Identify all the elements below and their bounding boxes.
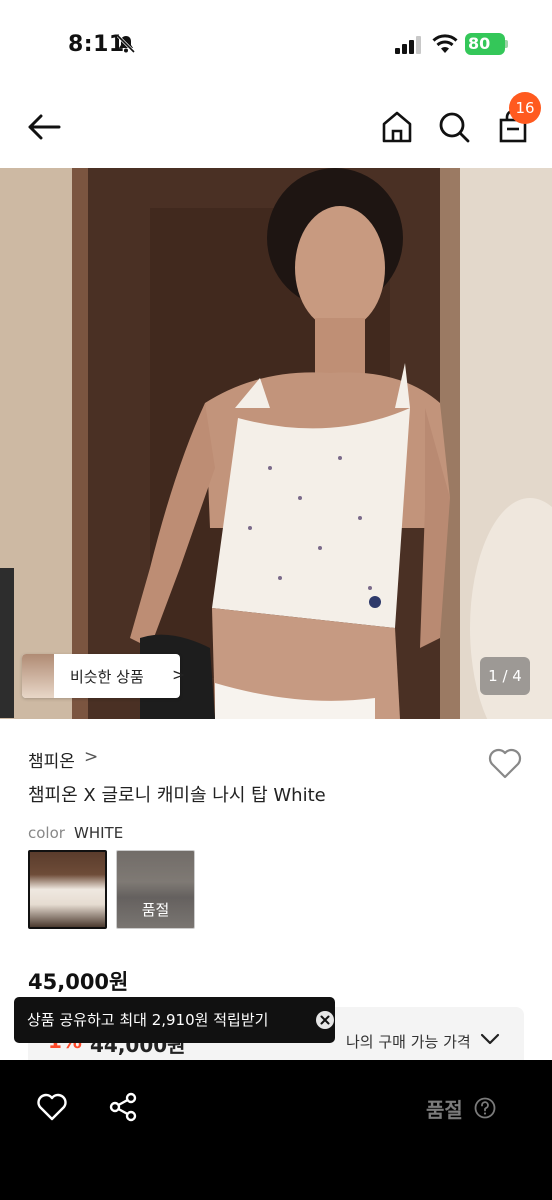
product-price: 45,000원 <box>28 970 129 994</box>
bell-muted-icon <box>116 34 136 54</box>
heart-icon[interactable] <box>487 746 523 780</box>
chevron-down-icon[interactable] <box>480 1032 500 1046</box>
top-nav <box>0 90 552 168</box>
share-icon[interactable] <box>108 1092 138 1122</box>
similar-products-thumbnail <box>22 654 54 698</box>
wishlist-heart-icon[interactable] <box>36 1092 68 1122</box>
my-price-label: 나의 구매 가능 가격 <box>346 1033 471 1051</box>
similar-products-label: 비슷한 상품 <box>70 668 144 686</box>
color-value: WHITE <box>74 824 124 842</box>
brand-chevron-icon[interactable]: > <box>84 747 98 767</box>
brand-link[interactable]: 챔피온 <box>28 747 75 772</box>
home-icon[interactable] <box>380 110 414 144</box>
search-icon[interactable] <box>437 110 471 144</box>
product-photo <box>0 168 552 719</box>
bottom-action-bar: 품절 <box>0 1060 552 1200</box>
product-image-gallery[interactable]: 비슷한 상품 > 1 / 4 <box>0 168 552 719</box>
product-title: 챔피온 X 글로니 캐미솔 나시 탑 White <box>28 785 326 806</box>
image-page-counter: 1 / 4 <box>480 657 530 695</box>
wifi-icon <box>432 34 458 53</box>
battery-indicator: 80 <box>465 33 505 55</box>
share-reward-toast[interactable]: 상품 공유하고 최대 2,910원 적립받기 <box>14 997 335 1043</box>
back-arrow-icon[interactable] <box>26 112 62 142</box>
battery-level: 80 <box>468 34 491 53</box>
battery-tip <box>505 40 508 48</box>
color-label: color <box>28 824 65 842</box>
cart-count-badge: 16 <box>509 92 541 124</box>
close-icon[interactable] <box>316 1011 334 1029</box>
help-icon[interactable] <box>474 1097 496 1119</box>
color-option-soldout[interactable]: 품절 <box>116 850 195 929</box>
color-option-white[interactable] <box>28 850 107 929</box>
status-bar: 8:11 80 <box>0 0 552 90</box>
soldout-label: 품절 <box>141 901 170 919</box>
chevron-right-icon: > <box>172 665 186 684</box>
similar-products-button[interactable]: 비슷한 상품 > <box>22 654 185 698</box>
soldout-button[interactable]: 품절 <box>426 1094 463 1123</box>
signal-icon <box>395 36 421 54</box>
toast-message: 상품 공유하고 최대 2,910원 적립받기 <box>27 1011 269 1029</box>
